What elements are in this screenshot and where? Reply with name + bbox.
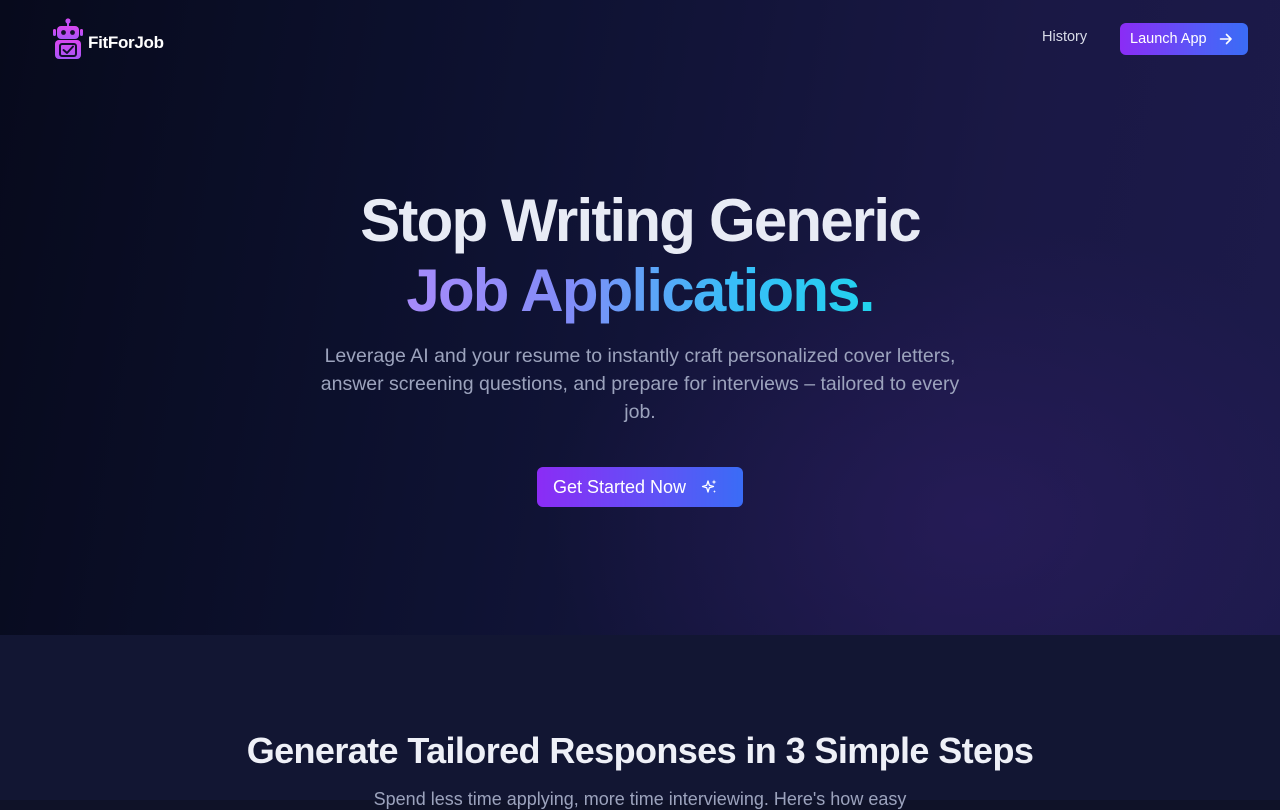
sparkles-icon: [701, 479, 717, 493]
brand-logo[interactable]: FitForJob: [52, 18, 164, 60]
hero-section: FitForJob History Launch App Stop Writin…: [0, 0, 1280, 635]
top-nav: FitForJob History Launch App: [0, 0, 1280, 80]
brand-name: FitForJob: [88, 33, 164, 52]
launch-app-button[interactable]: Launch App: [1120, 23, 1248, 55]
nav-history-link[interactable]: History: [1042, 29, 1087, 45]
steps-title: Generate Tailored Responses in 3 Simple …: [246, 730, 1034, 771]
hero-subtitle: Leverage AI and your resume to instantly…: [320, 345, 960, 423]
get-started-button[interactable]: Get Started Now: [537, 467, 743, 507]
headline-line-2: Job Applications.: [406, 257, 875, 324]
arrow-right-icon: [1219, 33, 1232, 45]
headline-line-1: Stop Writing Generic: [360, 187, 921, 254]
get-started-label: Get Started Now: [553, 476, 687, 497]
hero-headline: Stop Writing Generic Job Applications.: [0, 186, 1280, 326]
robot-icon: [53, 18, 83, 59]
launch-app-label: Launch App: [1130, 31, 1207, 47]
steps-section: Generate Tailored Responses in 3 Simple …: [0, 635, 1280, 809]
